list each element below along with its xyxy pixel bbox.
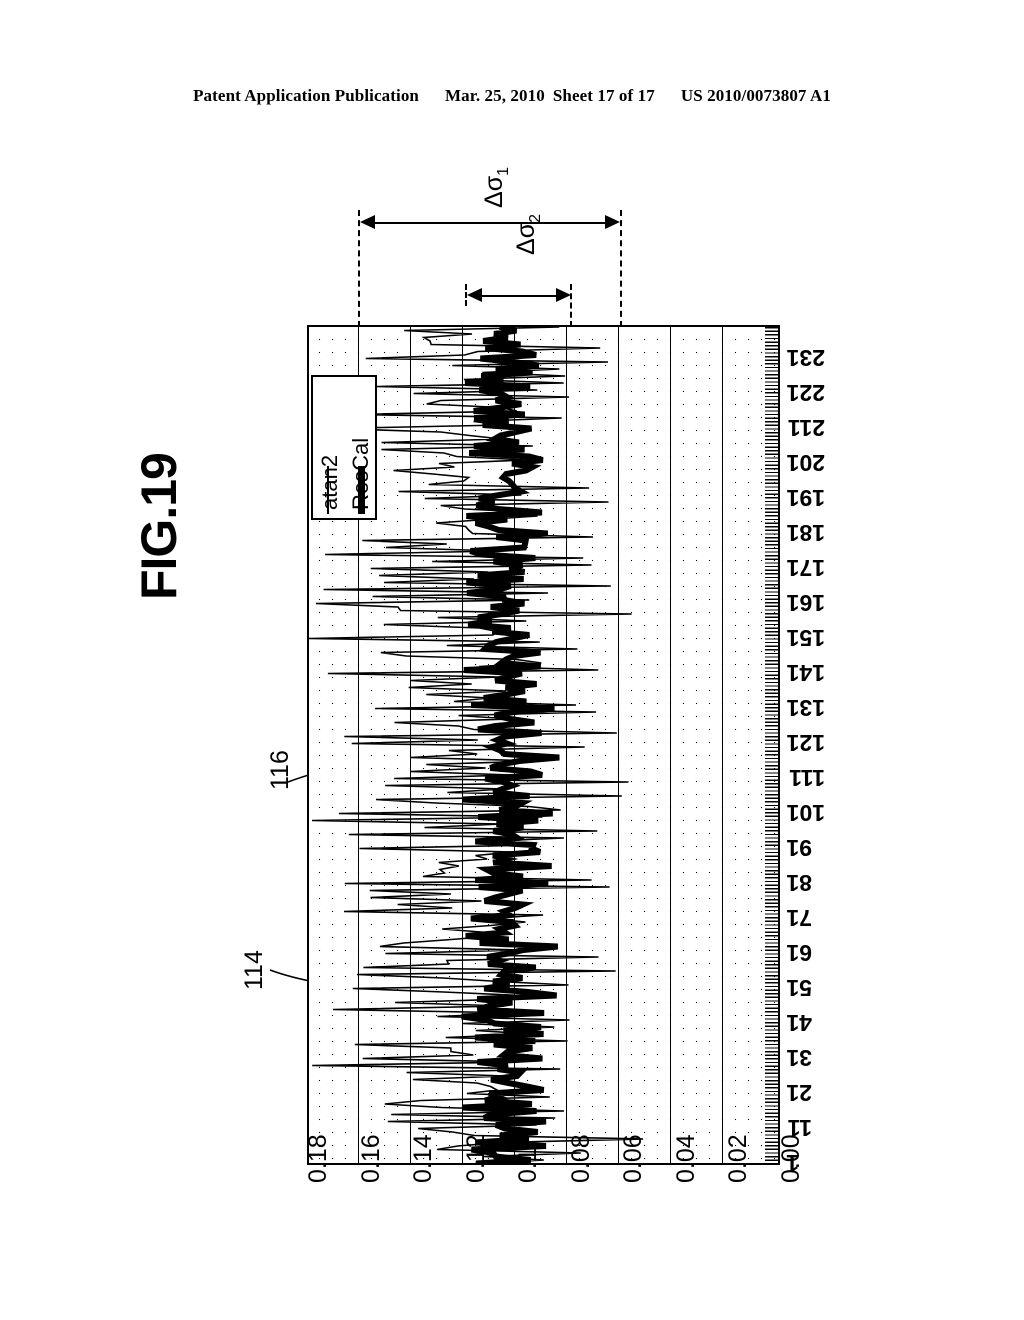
delta-sigma-2-arrowhead-left — [467, 288, 482, 302]
x-axis-tick-label: 81 — [786, 870, 812, 896]
x-axis-tick-label: 91 — [786, 835, 812, 861]
delta-sigma-2-arrow-line — [474, 295, 562, 297]
axis-minor-ticks — [765, 327, 778, 1163]
x-axis-tick-label: 191 — [786, 485, 825, 511]
x-axis-tick-label: 1 — [786, 1150, 799, 1176]
x-axis-tick-label: 211 — [787, 415, 825, 441]
header-date: Mar. 25, 2010 — [445, 86, 545, 105]
y-axis-tick-label: 0.16 — [356, 1134, 385, 1183]
legend-item-atan2: atan2 — [313, 377, 346, 522]
y-axis-tick-label: 0.02 — [724, 1134, 753, 1183]
x-axis-tick-label: 171 — [786, 555, 825, 581]
header-publication: Patent Application Publication — [193, 86, 419, 105]
header-patent-number: US 2010/0073807 A1 — [680, 86, 831, 105]
x-axis-tick-label: 201 — [786, 450, 825, 476]
delta-sigma-2-dash-left — [465, 284, 467, 306]
page-header: Patent Application Publication Mar. 25, 2… — [0, 86, 1024, 106]
chart-plot-area — [307, 325, 780, 1165]
delta-sigma-1-arrowhead-right — [605, 215, 620, 229]
x-axis-tick-label: 61 — [786, 940, 812, 966]
legend-item-rescal: ResCal — [344, 377, 377, 522]
delta-sigma-1-dash-left — [358, 210, 360, 327]
x-axis-tick-label: 161 — [786, 590, 825, 616]
x-axis-tick-label: 21 — [786, 1080, 812, 1106]
delta-sigma-1-arrow-line — [368, 222, 612, 224]
legend-swatch-rescal — [358, 466, 365, 514]
delta-sigma-2-dash-right — [570, 284, 572, 327]
x-axis-tick-label: 231 — [786, 345, 825, 371]
x-axis-tick-label: 31 — [786, 1045, 812, 1071]
header-sheet: Sheet 17 of 17 — [552, 86, 655, 105]
y-axis-tick-label: 0.14 — [409, 1134, 438, 1183]
x-axis-tick-label: 101 — [786, 800, 825, 826]
y-axis-tick-label: 0.06 — [619, 1134, 648, 1183]
x-axis-tick-label: 111 — [789, 765, 825, 791]
delta-sigma-1-arrowhead-left — [360, 215, 375, 229]
x-axis-tick-label: 71 — [786, 905, 812, 931]
y-axis-tick-label: 0.1 — [514, 1148, 543, 1183]
y-axis-tick-label: 0.08 — [566, 1134, 595, 1183]
chart-legend: atan2 ResCal — [311, 375, 377, 520]
y-axis-tick-label: 0.12 — [461, 1134, 490, 1183]
x-axis-tick-label: 151 — [786, 625, 825, 651]
x-axis-tick-label: 41 — [786, 1010, 812, 1036]
x-axis-tick-label: 131 — [786, 695, 825, 721]
x-axis-tick-label: 141 — [786, 660, 825, 686]
y-axis-tick-label: 0.04 — [671, 1134, 700, 1183]
x-axis-tick-label: 181 — [786, 520, 825, 546]
x-axis-tick-label: 221 — [786, 380, 825, 406]
delta-sigma-1-label: Δσ1 — [480, 166, 512, 208]
delta-sigma-1-dash-right — [620, 210, 622, 327]
x-axis-tick-label: 51 — [786, 975, 812, 1001]
legend-swatch-atan2 — [327, 466, 329, 514]
x-axis-tick-label: 121 — [786, 730, 825, 756]
series-rescal-trace — [461, 327, 560, 1163]
delta-sigma-2-arrowhead-right — [556, 288, 571, 302]
x-axis-tick-label: 11 — [787, 1115, 812, 1141]
legend-label-atan2: atan2 — [317, 454, 342, 510]
delta-sigma-2-label: Δσ2 — [512, 213, 544, 255]
figure-title: FIG.19 — [131, 453, 187, 600]
y-axis-tick-label: 0.18 — [304, 1134, 332, 1183]
